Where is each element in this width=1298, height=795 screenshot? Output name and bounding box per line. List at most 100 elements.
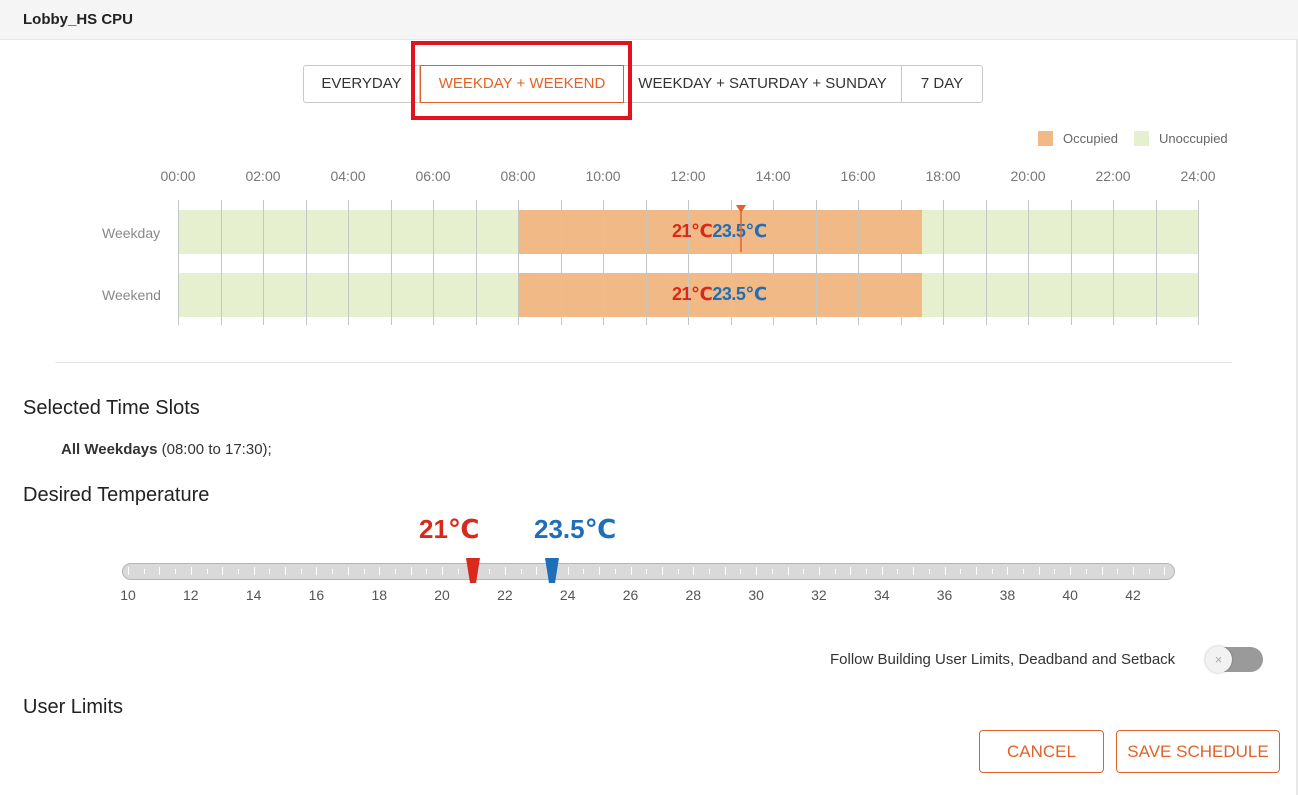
slider-tick — [1085, 569, 1087, 574]
slider-tick — [975, 567, 977, 575]
follow-limits-toggle[interactable]: × — [1205, 646, 1263, 673]
slider-tick — [159, 567, 161, 575]
slider-tick — [1101, 567, 1103, 575]
hour-grid-line — [263, 200, 264, 325]
hour-grid-line — [603, 200, 604, 325]
hour-grid-line — [1113, 200, 1114, 325]
scale-label: 22 — [497, 587, 513, 603]
slider-tick — [913, 567, 915, 575]
weekend-cool-setpoint: 23.5℃ — [712, 284, 767, 304]
scale-label: 10 — [120, 587, 136, 603]
hour-label: 16:00 — [840, 168, 876, 184]
tab-weekday-saturday-sunday[interactable]: WEEKDAY + SATURDAY + SUNDAY — [624, 66, 902, 102]
cancel-button[interactable]: CANCEL — [979, 730, 1104, 773]
slider-tick — [206, 569, 208, 574]
slider-tick — [787, 567, 789, 575]
slider-tick — [960, 569, 962, 574]
title-bar: Lobby_HS CPU — [0, 0, 1298, 40]
slider-tick — [379, 567, 381, 575]
current-time-marker — [736, 205, 747, 252]
slider-tick — [332, 569, 334, 574]
slider-tick — [1148, 569, 1150, 574]
slider-tick — [756, 567, 758, 575]
slider-tick — [300, 569, 302, 574]
hour-grid-line — [901, 200, 902, 325]
selected-time-slots-title: Selected Time Slots — [23, 397, 200, 419]
scale-label: 32 — [811, 587, 827, 603]
selected-slots-day: All Weekdays — [61, 441, 158, 458]
hour-label: 22:00 — [1095, 168, 1131, 184]
schedule-mode-tabs: EVERYDAY WEEKDAY + WEEKEND WEEKDAY + SAT… — [303, 65, 983, 103]
hour-grid-line — [476, 200, 477, 325]
hour-grid-line — [518, 200, 519, 325]
slider-tick — [347, 567, 349, 575]
slider-tick — [614, 569, 616, 574]
save-schedule-button[interactable]: SAVE SCHEDULE — [1116, 730, 1280, 773]
tab-7-day[interactable]: 7 DAY — [902, 66, 982, 102]
slider-tick — [363, 569, 365, 574]
slider-tick — [693, 567, 695, 575]
slider-tick — [285, 567, 287, 575]
hour-label: 18:00 — [925, 168, 961, 184]
scale-label: 28 — [685, 587, 702, 603]
slider-tick — [897, 569, 899, 574]
desired-temperature-title: Desired Temperature — [23, 484, 210, 506]
hour-grid-line — [688, 200, 689, 325]
slider-tick — [504, 567, 506, 575]
temperature-slider-track[interactable] — [122, 563, 1175, 580]
scale-label: 42 — [1125, 587, 1141, 603]
occupied-swatch — [1038, 131, 1053, 146]
tab-everyday[interactable]: EVERYDAY — [304, 66, 420, 102]
slider-tick — [991, 569, 993, 574]
scale-label: 18 — [371, 587, 388, 603]
hour-grid-line — [391, 200, 392, 325]
slider-tick — [1070, 567, 1072, 575]
hour-grid-line — [561, 200, 562, 325]
slider-tick — [866, 569, 868, 574]
slider-tick — [724, 567, 726, 575]
slider-tick — [646, 569, 648, 574]
hour-grid-line — [221, 200, 222, 325]
hour-grid-line — [858, 200, 859, 325]
cool-setpoint-handle[interactable] — [544, 557, 560, 584]
weekend-temps: 21℃23.5℃ — [672, 284, 767, 305]
scale-label: 20 — [434, 587, 450, 603]
scale-label: 24 — [559, 587, 576, 603]
unoccupied-swatch — [1134, 131, 1149, 146]
slider-tick — [850, 567, 852, 575]
slider-tick — [410, 567, 412, 575]
hour-label: 06:00 — [415, 168, 451, 184]
heat-setpoint-value: 21℃ — [419, 514, 480, 544]
slider-tick — [222, 567, 224, 575]
hour-grid-line — [1028, 200, 1029, 325]
slider-tick — [1023, 569, 1025, 574]
slider-tick — [1117, 569, 1119, 574]
slider-tick — [253, 567, 255, 575]
slider-tick — [457, 569, 459, 574]
hour-grid-line — [178, 200, 179, 325]
user-limits-title: User Limits — [23, 696, 124, 718]
hour-label: 04:00 — [330, 168, 366, 184]
hour-label: 08:00 — [500, 168, 536, 184]
slider-tick — [536, 567, 538, 575]
slider-tick — [567, 567, 569, 575]
hour-label: 10:00 — [585, 168, 621, 184]
weekday-heat-setpoint: 21℃ — [672, 221, 713, 241]
hour-label: 20:00 — [1010, 168, 1046, 184]
hour-grid-line — [306, 200, 307, 325]
follow-limits-label: Follow Building User Limits, Deadband an… — [830, 651, 1176, 668]
slider-tick — [269, 569, 271, 574]
slider-tick — [709, 569, 711, 574]
legend-occupied: Occupied — [1038, 131, 1118, 146]
scale-label: 34 — [873, 587, 890, 603]
scale-label: 26 — [622, 587, 639, 603]
slider-tick — [1054, 569, 1056, 574]
hour-grid-line — [348, 200, 349, 325]
toggle-off-icon: × — [1205, 646, 1232, 673]
slider-tick — [442, 567, 444, 575]
slider-tick — [803, 569, 805, 574]
slider-tick — [818, 567, 820, 575]
heat-setpoint-handle[interactable] — [465, 557, 481, 584]
hour-grid-line — [816, 200, 817, 325]
slider-tick — [394, 569, 396, 574]
